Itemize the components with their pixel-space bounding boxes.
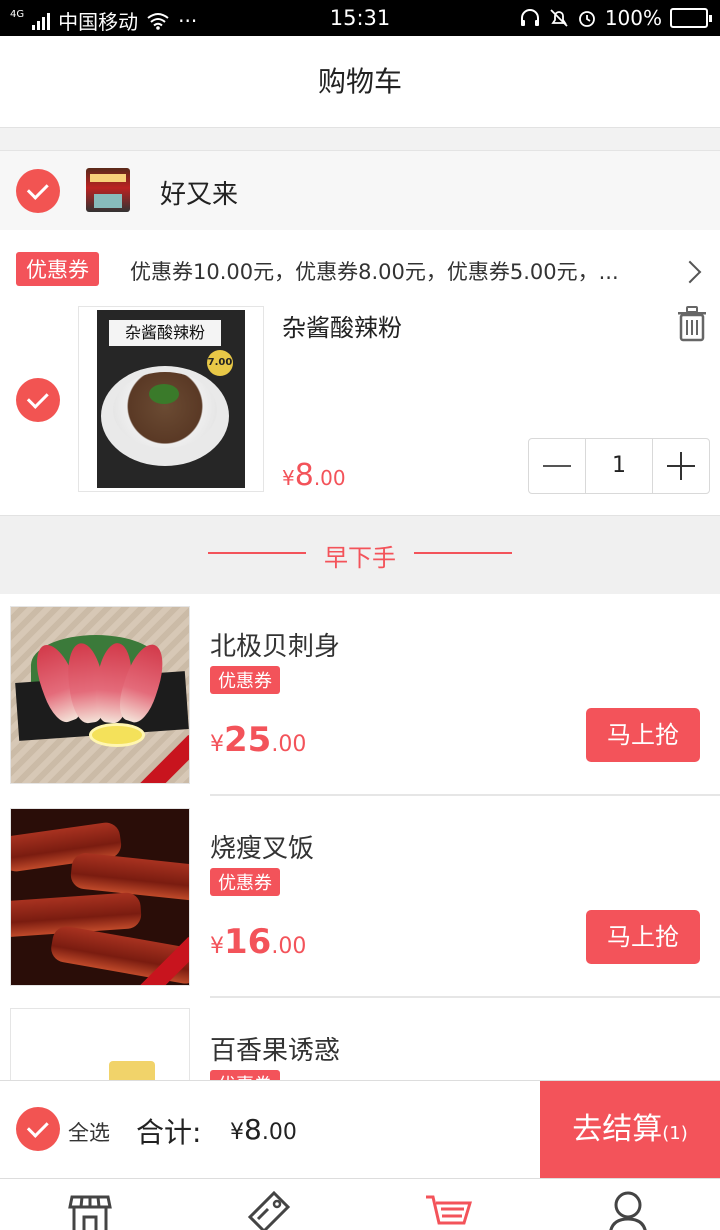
shop-select-checkbox[interactable] <box>16 169 60 213</box>
buy-now-button[interactable]: 马上抢 <box>586 708 700 762</box>
recommendation-list[interactable]: 北极贝刺身 优惠券 ¥25.00 马上抢 烧瘦叉饭 优惠券 ¥16.00 马上抢… <box>0 594 720 1080</box>
user-icon[interactable] <box>604 1189 652 1230</box>
list-item[interactable]: 烧瘦叉饭 优惠券 ¥16.00 马上抢 <box>0 796 720 998</box>
decrease-button[interactable] <box>529 439 585 493</box>
headset-icon <box>520 9 539 26</box>
item-price: ¥8.00 <box>282 458 346 493</box>
divider-line-right <box>414 552 512 554</box>
product-price: ¥16.00 <box>210 922 307 962</box>
section-title: 早下手 <box>324 544 396 572</box>
battery-icon <box>670 8 712 28</box>
quantity-value[interactable]: 1 <box>585 439 653 493</box>
total-amount: ¥8.00 <box>230 1113 297 1146</box>
list-item[interactable]: 北极贝刺身 优惠券 ¥25.00 马上抢 <box>0 594 720 796</box>
checkout-button[interactable]: 去结算(1) <box>540 1081 720 1179</box>
select-all-checkbox[interactable] <box>16 1107 60 1151</box>
total-label: 合计: <box>136 1116 202 1149</box>
page-title: 购物车 <box>317 65 402 98</box>
item-image[interactable]: 杂酱酸辣粉 7.00 <box>78 306 264 492</box>
nav-bar: 购物车 <box>0 36 720 128</box>
shop-name[interactable]: 好又来 <box>160 174 238 211</box>
product-title[interactable]: 烧瘦叉饭 <box>210 828 314 865</box>
list-item[interactable]: 百香果诱惑 优惠券 <box>0 998 720 1080</box>
tab-bar <box>0 1178 720 1230</box>
increase-button[interactable] <box>653 439 709 493</box>
product-image[interactable] <box>10 606 190 784</box>
quantity-stepper[interactable]: 1 <box>528 438 710 494</box>
battery-percent: 100% <box>604 6 662 30</box>
trash-icon[interactable] <box>676 306 708 342</box>
product-image[interactable] <box>10 1008 190 1080</box>
product-title[interactable]: 北极贝刺身 <box>210 626 340 663</box>
tag-icon[interactable] <box>244 1189 292 1230</box>
checkout-bar: 全选 合计: ¥8.00 去结算(1) <box>0 1080 720 1179</box>
buy-now-button[interactable]: 马上抢 <box>586 910 700 964</box>
coupon-badge: 优惠券 <box>210 868 280 896</box>
item-select-checkbox[interactable] <box>16 378 60 422</box>
checkout-count: (1) <box>662 1123 688 1144</box>
mute-bell-icon <box>550 9 568 27</box>
item-name[interactable]: 杂酱酸辣粉 <box>282 308 402 343</box>
poster-price: 7.00 <box>207 350 233 376</box>
store-icon[interactable] <box>66 1189 114 1230</box>
checkout-button-label: 去结算 <box>572 1112 663 1147</box>
product-image[interactable] <box>10 808 190 986</box>
shop-logo <box>86 168 130 212</box>
product-title[interactable]: 百香果诱惑 <box>210 1030 340 1067</box>
coupon-badge: 优惠券 <box>210 666 280 694</box>
coupon-tag: 优惠券 <box>16 252 99 286</box>
poster-label: 杂酱酸辣粉 <box>109 320 221 346</box>
alarm-icon <box>578 11 595 27</box>
product-price: ¥25.00 <box>210 720 307 760</box>
coupon-summary[interactable]: 优惠券10.00元，优惠券8.00元，优惠券5.00元，... <box>130 256 670 286</box>
select-all-label[interactable]: 全选 <box>68 1117 110 1147</box>
status-bar: 4G 中国移动 ··· 15:31 100% <box>0 0 720 36</box>
cart-icon[interactable] <box>424 1189 472 1230</box>
coupon-badge: 优惠券 <box>210 1070 280 1080</box>
